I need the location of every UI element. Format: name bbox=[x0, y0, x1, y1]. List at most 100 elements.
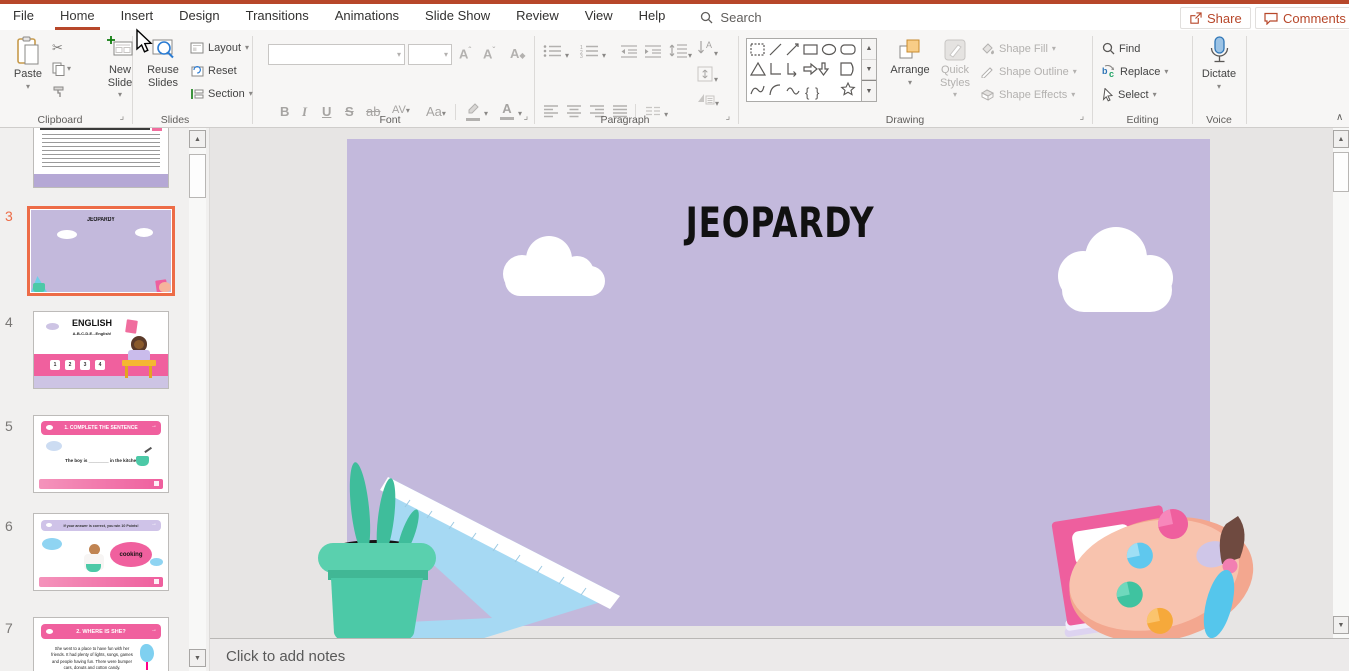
chevron-down-icon: ▾ bbox=[67, 65, 71, 73]
dialog-launcher-drawing[interactable]: ⌟ bbox=[1076, 112, 1088, 124]
dialog-launcher-paragraph[interactable]: ⌟ bbox=[722, 112, 734, 124]
chevron-down-icon: ▾ bbox=[908, 79, 912, 87]
chevron-down-icon: ▾ bbox=[26, 83, 30, 91]
mini-cloud bbox=[57, 230, 77, 239]
shape-fill-button[interactable]: Shape Fill ▾ bbox=[980, 42, 1056, 55]
cut-button[interactable]: ✂ bbox=[52, 40, 63, 56]
notes-pane[interactable]: Click to add notes bbox=[210, 638, 1349, 671]
slide-number-4: 4 bbox=[5, 314, 13, 330]
format-painter-button[interactable] bbox=[52, 85, 66, 102]
reset-icon bbox=[190, 65, 204, 77]
menu-tab-animations[interactable]: Animations bbox=[322, 4, 412, 30]
find-icon bbox=[1102, 42, 1115, 55]
layout-button[interactable]: Layout ▾ bbox=[190, 42, 249, 54]
menu-tab-slideshow[interactable]: Slide Show bbox=[412, 4, 503, 30]
bullets-button[interactable]: ▾ bbox=[543, 44, 569, 61]
comments-label: Comments bbox=[1283, 11, 1346, 26]
copy-button[interactable]: ▾ bbox=[52, 62, 71, 76]
gallery-scroll-down-button[interactable]: ▼ bbox=[862, 60, 876, 81]
chevron-down-icon: ▾ bbox=[1217, 83, 1221, 91]
text-direction-icon: A bbox=[697, 40, 714, 56]
menu-tab-transitions[interactable]: Transitions bbox=[233, 4, 322, 30]
bold-button[interactable]: B bbox=[280, 104, 289, 119]
gallery-scroll-up-button[interactable]: ▲ bbox=[862, 39, 876, 60]
canvas-scroll-up-button[interactable]: ▲ bbox=[1333, 130, 1349, 148]
dialog-launcher-clipboard[interactable]: ⌟ bbox=[116, 112, 128, 124]
comments-button[interactable]: Comments bbox=[1255, 7, 1349, 29]
shapes-gallery[interactable]: { } bbox=[746, 38, 862, 102]
mini-text-lines bbox=[42, 134, 160, 170]
arrange-button[interactable]: Arrange ▾ bbox=[888, 38, 932, 87]
format-painter-icon bbox=[52, 85, 66, 99]
reset-button[interactable]: Reset bbox=[190, 65, 237, 77]
canvas-scrollbar[interactable]: ▲ ▼ bbox=[1333, 128, 1349, 638]
mini-book bbox=[125, 319, 138, 333]
paste-button[interactable]: Paste ▾ bbox=[8, 36, 48, 91]
find-button[interactable]: Find bbox=[1102, 42, 1140, 55]
mini-cloud-icon bbox=[46, 425, 53, 430]
align-text-button[interactable]: ▾ bbox=[697, 66, 718, 85]
mini-body-text: She went to a place to have fun with her… bbox=[48, 646, 136, 671]
canvas-scrollbar-thumb[interactable] bbox=[1333, 152, 1349, 192]
decrease-indent-button[interactable] bbox=[620, 44, 638, 61]
font-color-icon: A bbox=[502, 101, 511, 116]
shape-effects-button[interactable]: Shape Effects ▾ bbox=[980, 88, 1075, 101]
dialog-launcher-font[interactable]: ⌟ bbox=[520, 112, 532, 124]
font-color-bar bbox=[500, 117, 514, 120]
dictate-button[interactable]: Dictate ▾ bbox=[1198, 36, 1240, 91]
quick-styles-button[interactable]: Quick Styles ▾ bbox=[934, 38, 976, 99]
search-box[interactable]: Search bbox=[700, 10, 761, 25]
menu-tab-file[interactable]: File bbox=[0, 4, 47, 30]
numbering-button[interactable]: 123 ▾ bbox=[580, 44, 606, 61]
mini-desk-leg bbox=[125, 366, 128, 378]
increase-indent-button[interactable] bbox=[644, 44, 662, 61]
menu-tab-design[interactable]: Design bbox=[166, 4, 232, 30]
line-spacing-button[interactable]: ▾ bbox=[668, 43, 692, 61]
slide-thumbnail-4[interactable]: ENGLISH A-B-C-D-E...English! 1 2 3 4 bbox=[33, 311, 169, 389]
select-button[interactable]: Select ▾ bbox=[1102, 88, 1157, 102]
shape-outline-button[interactable]: Shape Outline ▾ bbox=[980, 65, 1077, 78]
shapes-gallery-icons: { } bbox=[747, 39, 861, 101]
shape-effects-label: Shape Effects bbox=[999, 89, 1067, 101]
gallery-more-button[interactable]: ▼ bbox=[862, 80, 876, 101]
canvas-scroll-down-button[interactable]: ▼ bbox=[1333, 616, 1349, 634]
slide-thumbnail-6[interactable]: If your answer is correct, you win 10 Po… bbox=[33, 513, 169, 591]
slide-number-5: 5 bbox=[5, 418, 13, 434]
share-button[interactable]: Share bbox=[1180, 7, 1251, 29]
increase-indent-icon bbox=[644, 44, 662, 58]
replace-button[interactable]: b c Replace ▾ bbox=[1102, 65, 1168, 78]
notes-placeholder[interactable]: Click to add notes bbox=[226, 648, 345, 665]
menu-tab-home[interactable]: Home bbox=[47, 4, 108, 30]
chevron-down-icon: ▾ bbox=[953, 91, 957, 99]
menu-tab-insert[interactable]: Insert bbox=[108, 4, 167, 30]
slide-thumbnail-5[interactable]: 1. COMPLETE THE SENTENCE → The boy is __… bbox=[33, 415, 169, 493]
clear-formatting-button[interactable]: A◆ bbox=[510, 46, 526, 61]
slide-thumbnail-3[interactable]: JEOPARDY bbox=[27, 206, 175, 296]
group-divider bbox=[1192, 36, 1193, 124]
font-name-combobox[interactable]: ▾ bbox=[268, 44, 405, 65]
shrink-font-button[interactable]: Aˇ bbox=[483, 46, 495, 61]
grow-font-button[interactable]: Aˆ bbox=[459, 46, 471, 61]
mini-candy-stick bbox=[146, 662, 148, 670]
slide-thumbnail-7[interactable]: 2. WHERE IS SHE? → She went to a place t… bbox=[33, 617, 169, 671]
thumbnail-scroll-up-button[interactable]: ▲ bbox=[189, 130, 206, 148]
thumbnail-scrollbar-thumb[interactable] bbox=[189, 154, 206, 198]
section-button[interactable]: Section ▾ bbox=[190, 88, 253, 100]
mini-desk-leg bbox=[149, 366, 152, 378]
thumbnail-scroll-down-button[interactable]: ▼ bbox=[189, 649, 206, 667]
slide-thumbnail-2[interactable] bbox=[33, 128, 169, 188]
font-color-button[interactable]: A bbox=[500, 101, 514, 120]
slide-canvas[interactable]: JEOPARDY bbox=[210, 128, 1333, 638]
chevron-down-icon: ▾ bbox=[1073, 68, 1077, 76]
shape-fill-icon bbox=[980, 42, 995, 55]
menu-tab-view[interactable]: View bbox=[572, 4, 626, 30]
mini-banner-text: 2. WHERE IS SHE? bbox=[76, 629, 126, 635]
collapse-ribbon-button[interactable]: ∧ bbox=[1336, 112, 1343, 123]
thumbnail-scrollbar[interactable]: ▲ ▼ bbox=[189, 128, 206, 671]
text-direction-button[interactable]: A ▾ bbox=[697, 40, 718, 59]
slide-6-preview: If your answer is correct, you win 10 Po… bbox=[34, 514, 168, 590]
convert-smartart-button[interactable]: ▾ bbox=[697, 92, 719, 109]
menu-tab-help[interactable]: Help bbox=[626, 4, 679, 30]
font-size-combobox[interactable]: ▾ bbox=[408, 44, 452, 65]
menu-tab-review[interactable]: Review bbox=[503, 4, 572, 30]
